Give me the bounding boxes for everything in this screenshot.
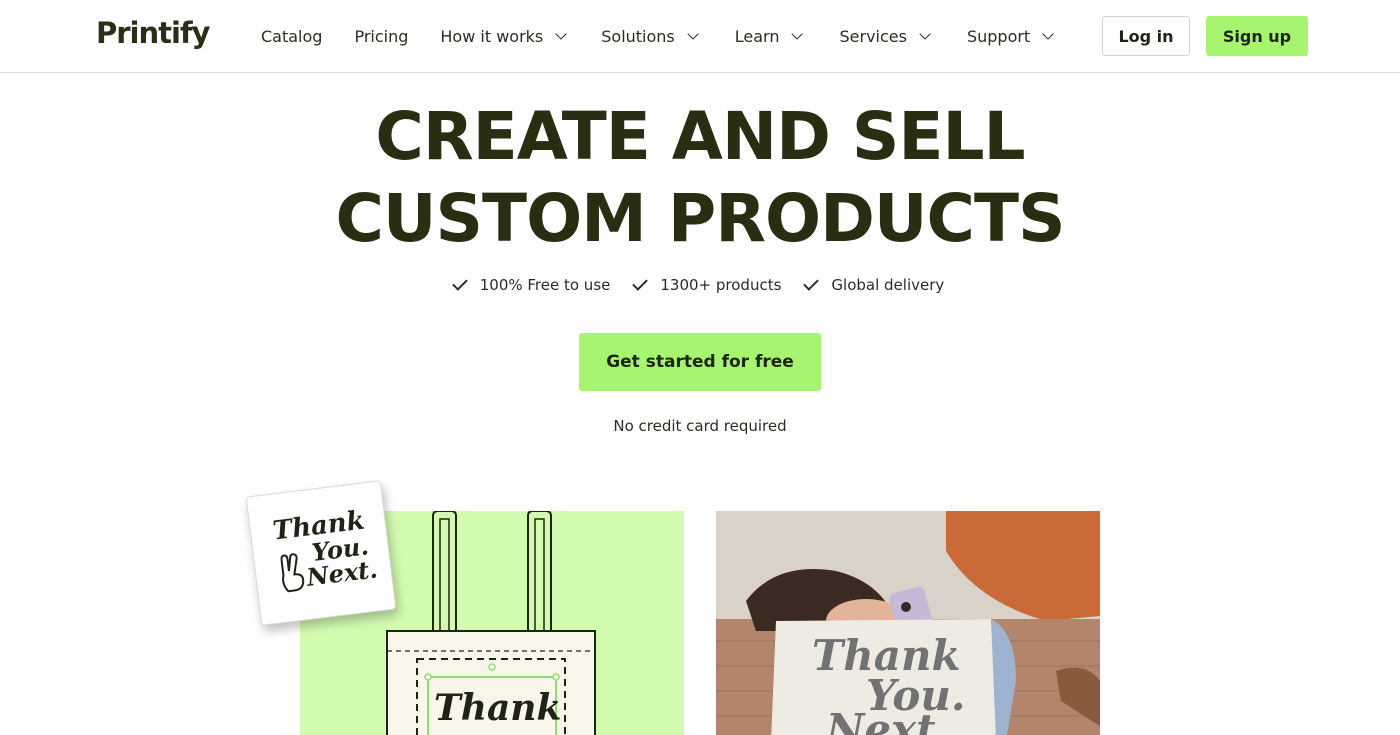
checkmark-icon bbox=[632, 274, 649, 291]
chevron-down-icon bbox=[555, 27, 567, 40]
site-header: Printify Catalog Pricing How it works So… bbox=[0, 0, 1400, 73]
hero-title-line-2: CUSTOM PRODUCTS bbox=[335, 180, 1065, 257]
nav-item-label: Services bbox=[839, 26, 907, 46]
thank-you-next-sticker: Thank You. Next. bbox=[245, 480, 397, 626]
nav-item-pricing[interactable]: Pricing bbox=[354, 27, 408, 46]
nav-item-label: Learn bbox=[734, 26, 780, 46]
peace-hand-icon bbox=[280, 553, 305, 593]
tote-bag-text: Thank bbox=[434, 687, 562, 729]
nav-item-services[interactable]: Services bbox=[839, 26, 931, 46]
chevron-down-icon bbox=[919, 27, 931, 40]
nav-item-label: Solutions bbox=[601, 26, 675, 46]
lifestyle-photo: Thank You. Next bbox=[716, 511, 1100, 735]
hero-title: CREATE AND SELL CUSTOM PRODUCTS bbox=[200, 96, 1200, 260]
no-credit-card-note: No credit card required bbox=[613, 417, 787, 435]
nav-item-how-it-works[interactable]: How it works bbox=[440, 26, 567, 46]
checkmark-icon bbox=[803, 274, 820, 291]
main-nav: Catalog Pricing How it works Solutions L… bbox=[261, 0, 1054, 72]
feature-item: Global delivery bbox=[803, 274, 945, 294]
nav-item-learn[interactable]: Learn bbox=[734, 26, 804, 46]
signup-button[interactable]: Sign up bbox=[1206, 16, 1308, 56]
printify-logo[interactable]: Printify bbox=[96, 16, 210, 50]
checkmark-icon bbox=[451, 274, 468, 291]
get-started-button[interactable]: Get started for free bbox=[579, 333, 821, 391]
photo-text-line-3: Next bbox=[826, 705, 936, 735]
nav-item-label: Catalog bbox=[261, 26, 323, 46]
chevron-down-icon bbox=[791, 27, 804, 40]
hero-title-line-1: CREATE AND SELL bbox=[375, 98, 1025, 175]
nav-item-label: Pricing bbox=[354, 26, 409, 46]
nav-item-label: Support bbox=[966, 26, 1031, 46]
chevron-down-icon bbox=[1042, 27, 1054, 40]
feature-label: 100% Free to use bbox=[479, 276, 611, 294]
chevron-down-icon bbox=[687, 27, 699, 40]
feature-item: 1300+ products bbox=[632, 274, 782, 294]
feature-label: 1300+ products bbox=[660, 276, 782, 294]
feature-label: Global delivery bbox=[831, 276, 945, 294]
feature-list: 100% Free to use 1300+ products Global d… bbox=[0, 274, 1400, 294]
nav-item-catalog[interactable]: Catalog bbox=[261, 27, 322, 46]
nav-item-support[interactable]: Support bbox=[966, 26, 1054, 46]
feature-item: 100% Free to use bbox=[451, 274, 611, 294]
nav-item-label: How it works bbox=[440, 26, 544, 46]
login-button[interactable]: Log in bbox=[1102, 16, 1190, 56]
nav-item-solutions[interactable]: Solutions bbox=[601, 26, 699, 46]
